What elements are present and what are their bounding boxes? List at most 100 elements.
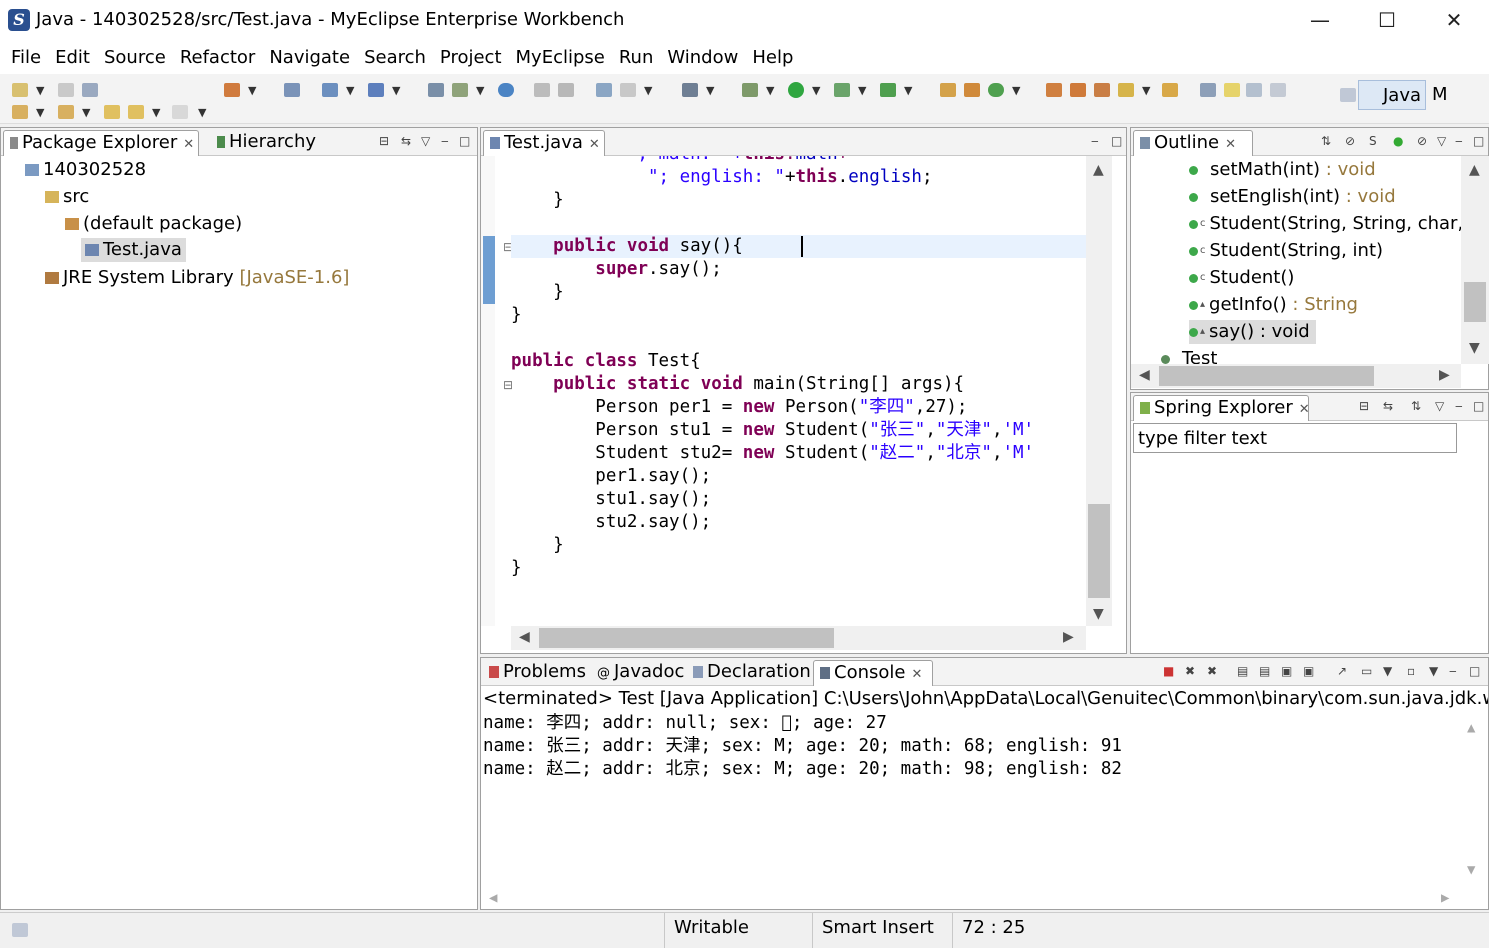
- search-tool-icon[interactable]: [1118, 83, 1134, 97]
- fast-view-icon[interactable]: [12, 923, 28, 937]
- deploy-icon[interactable]: [322, 83, 338, 97]
- outline-vertical-scrollbar[interactable]: ▲ ▼: [1461, 156, 1489, 364]
- chevron-down-icon[interactable]: ▼: [1012, 84, 1020, 97]
- save-icon[interactable]: [58, 83, 74, 97]
- tab-javadoc[interactable]: @ Javadoc: [591, 660, 690, 686]
- outline-item[interactable]: c Student(String, String, char, i: [1189, 212, 1461, 236]
- tab-outline[interactable]: Outline ✕: [1133, 130, 1253, 156]
- new-wizard-icon[interactable]: [988, 83, 1004, 97]
- menu-navigate[interactable]: Navigate: [262, 47, 357, 68]
- new-project-icon[interactable]: [224, 83, 240, 97]
- editor-vertical-scrollbar[interactable]: ▲ ▼: [1086, 156, 1112, 626]
- view-menu-icon[interactable]: ▽: [1435, 399, 1444, 413]
- terminate-icon[interactable]: ■: [1163, 664, 1174, 678]
- scroll-left-icon[interactable]: ◀: [519, 629, 530, 645]
- open-type-icon[interactable]: [1046, 83, 1062, 97]
- display-console-icon[interactable]: ▭: [1361, 664, 1372, 678]
- menu-search[interactable]: Search: [357, 47, 433, 68]
- minimize-view-icon[interactable]: ‒: [1455, 399, 1463, 413]
- close-button[interactable]: ✕: [1424, 5, 1484, 35]
- scroll-right-icon[interactable]: ▶: [1441, 890, 1449, 906]
- chevron-down-icon[interactable]: ▼: [346, 84, 354, 97]
- pin-console-icon[interactable]: ↗: [1337, 664, 1347, 678]
- sort-icon[interactable]: ⇅: [1411, 399, 1421, 413]
- forward-icon[interactable]: [172, 105, 188, 119]
- minimize-view-icon[interactable]: ‒: [1091, 134, 1099, 148]
- scroll-down-icon[interactable]: ▼: [1467, 862, 1475, 878]
- chevron-down-icon[interactable]: ▼: [36, 106, 44, 119]
- myeclipse-perspective-button[interactable]: M: [1432, 84, 1448, 105]
- chevron-down-icon[interactable]: ▼: [36, 84, 44, 97]
- menu-window[interactable]: Window: [660, 47, 745, 68]
- tab-test-java[interactable]: Test.java ✕: [483, 130, 605, 156]
- open-perspective-icon[interactable]: [1340, 88, 1356, 102]
- chevron-down-icon[interactable]: ▼: [1142, 84, 1150, 97]
- menu-run[interactable]: Run: [612, 47, 661, 68]
- chevron-down-icon[interactable]: ▼: [1383, 664, 1392, 678]
- code-area[interactable]: ⊟ ⊟ "; math: "+this.math+ "; english: "+…: [481, 156, 1086, 626]
- tree-item-src[interactable]: src: [45, 185, 89, 209]
- prev-annotation-icon[interactable]: [58, 105, 74, 119]
- menu-refactor[interactable]: Refactor: [173, 47, 263, 68]
- close-icon[interactable]: ✕: [911, 667, 922, 682]
- camera-icon[interactable]: [682, 83, 698, 97]
- scroll-left-icon[interactable]: ◀: [1139, 367, 1150, 383]
- spring-filter-input[interactable]: type filter text: [1133, 423, 1457, 453]
- db-icon[interactable]: [534, 83, 550, 97]
- outline-item[interactable]: c Student(String, int): [1189, 239, 1383, 263]
- chevron-down-icon[interactable]: ▼: [1429, 664, 1438, 678]
- last-edit-icon[interactable]: [104, 105, 120, 119]
- scroll-up-icon[interactable]: ▲: [1469, 162, 1480, 178]
- package-icon[interactable]: [428, 83, 444, 97]
- remove-all-icon[interactable]: ✖: [1207, 664, 1217, 678]
- close-icon[interactable]: ✕: [183, 137, 194, 152]
- view-menu-icon[interactable]: ▽: [1437, 134, 1446, 148]
- server-icon[interactable]: [284, 83, 300, 97]
- chevron-down-icon[interactable]: ▼: [82, 106, 90, 119]
- chevron-down-icon[interactable]: ▼: [476, 84, 484, 97]
- scroll-up-icon[interactable]: ▲: [1467, 720, 1475, 736]
- show-stdout-icon[interactable]: ▣: [1281, 664, 1292, 678]
- maximize-view-icon[interactable]: □: [1469, 664, 1480, 678]
- scroll-right-icon[interactable]: ▶: [1063, 629, 1074, 645]
- new-package-icon[interactable]: [940, 83, 956, 97]
- menu-project[interactable]: Project: [433, 47, 509, 68]
- tab-console[interactable]: Console ✕: [813, 660, 933, 686]
- outline-item[interactable]: ▴ getInfo() : String: [1189, 293, 1358, 317]
- menu-help[interactable]: Help: [745, 47, 800, 68]
- view-menu-icon[interactable]: ▽: [421, 134, 430, 148]
- open-resource-icon[interactable]: [1070, 83, 1086, 97]
- scroll-thumb[interactable]: [1464, 282, 1486, 322]
- link-editor-icon[interactable]: ⇆: [1383, 399, 1393, 413]
- menu-myeclipse[interactable]: MyEclipse: [509, 47, 612, 68]
- chevron-down-icon[interactable]: ▼: [706, 84, 714, 97]
- toggle-mark-icon[interactable]: [1200, 83, 1216, 97]
- next-annotation-icon[interactable]: [12, 105, 28, 119]
- show-stderr-icon[interactable]: ▣: [1303, 664, 1314, 678]
- scroll-lock-icon[interactable]: ▤: [1259, 664, 1270, 678]
- outline-item[interactable]: Test: [1161, 347, 1217, 364]
- remove-launch-icon[interactable]: ✖: [1185, 664, 1195, 678]
- tab-problems[interactable]: Problems: [483, 660, 592, 686]
- scroll-up-icon[interactable]: ▲: [1093, 162, 1104, 178]
- scroll-right-icon[interactable]: ▶: [1439, 367, 1450, 383]
- tab-declaration[interactable]: Declaration: [687, 660, 817, 686]
- chevron-down-icon[interactable]: ▼: [858, 84, 866, 97]
- outline-item[interactable]: setMath(int) : void: [1189, 158, 1376, 182]
- new-class-icon[interactable]: [964, 83, 980, 97]
- java-perspective-button[interactable]: Java: [1358, 80, 1426, 110]
- clear-console-icon[interactable]: ▤: [1237, 664, 1248, 678]
- globe-icon[interactable]: [498, 83, 514, 97]
- maximize-view-icon[interactable]: □: [1473, 399, 1484, 413]
- highlight-icon[interactable]: [1224, 83, 1240, 97]
- hide-local-types-icon[interactable]: ⊘: [1417, 134, 1427, 148]
- outline-horizontal-scrollbar[interactable]: ◀ ▶: [1131, 364, 1461, 388]
- maximize-view-icon[interactable]: □: [1111, 134, 1122, 148]
- hide-nonpublic-icon[interactable]: ●: [1393, 134, 1403, 148]
- close-icon[interactable]: ✕: [589, 137, 600, 152]
- scroll-left-icon[interactable]: ◀: [489, 890, 497, 906]
- chevron-down-icon[interactable]: ▼: [812, 84, 820, 97]
- maximize-button[interactable]: ☐: [1357, 5, 1417, 35]
- editor-horizontal-scrollbar[interactable]: ◀ ▶: [511, 626, 1086, 650]
- run-config-icon[interactable]: [834, 83, 850, 97]
